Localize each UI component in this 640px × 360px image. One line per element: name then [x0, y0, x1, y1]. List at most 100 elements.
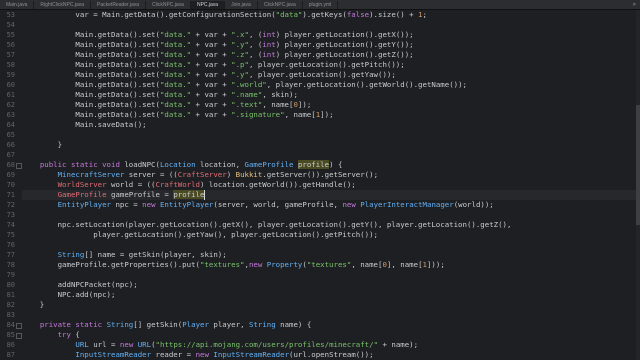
code-token: Main — [102, 10, 120, 19]
text-caret — [204, 190, 206, 200]
tab-clicknpc-java[interactable]: ClickNPC.java — [146, 1, 191, 9]
code-token: Main — [22, 110, 94, 119]
line-number: 83 — [6, 311, 15, 319]
code-line[interactable]: Main.getData().set("data." + var + ".wor… — [22, 80, 640, 90]
code-line[interactable]: GameProfile gameProfile = profile — [22, 190, 640, 200]
tab-npc-java[interactable]: NPC.java — [190, 1, 226, 9]
code-line[interactable]: Main.getData().set("data." + var + ".sig… — [22, 110, 640, 120]
code-line[interactable]: Main.getData().set("data." + var + ".z",… — [22, 50, 640, 60]
line-number: 68 — [6, 161, 15, 169]
code-line[interactable]: player.getLocation().getYaw(), player.ge… — [22, 230, 640, 240]
code-token: npc = — [111, 200, 143, 209]
tab-overflow-icon[interactable]: » — [628, 1, 640, 9]
code-token: .getData().set( — [93, 100, 160, 109]
code-token: String — [248, 320, 276, 329]
code-token: "data." — [159, 60, 192, 69]
code-line[interactable]: try { — [22, 330, 640, 340]
code-line[interactable]: InputStreamReader reader = new InputStre… — [22, 350, 640, 360]
code-token: ".name" — [231, 90, 263, 99]
code-token: try — [57, 330, 71, 339]
line-number: 59 — [6, 71, 15, 79]
code-line[interactable]: Main.getData().set("data." + var + ".y",… — [22, 70, 640, 80]
code-token: "data." — [159, 50, 192, 59]
code-token: , ( — [248, 30, 263, 39]
code-line[interactable]: Main.getData().set("data." + var + ".x",… — [22, 30, 640, 40]
tab-plugin-yml[interactable]: plugin.yml — [303, 1, 339, 9]
code-token: ".y" — [231, 70, 249, 79]
scrollbar-thumb[interactable] — [636, 105, 640, 225]
code-token: { — [70, 330, 80, 339]
tab-main-java[interactable]: Main.java — [0, 1, 35, 9]
code-token: ) — [226, 170, 236, 179]
code-token: + var + — [191, 50, 232, 59]
line-number: 63 — [6, 111, 15, 119]
line-number-gutter: 53 54 55 56 57 58 59 60 61 62 63 64 65 66 67 68 69 70 71 72… — [0, 10, 22, 360]
code-token: false — [346, 10, 370, 19]
code-token: [] getSkin( — [133, 320, 183, 329]
tab-rightclicknpc-java[interactable]: RightClickNPC.java — [34, 1, 92, 9]
code-line[interactable]: addNPCPacket(npc); — [22, 280, 640, 290]
line-number: 74 — [6, 221, 15, 229]
code-token: "data." — [159, 100, 192, 109]
code-token: .getData().set( — [93, 110, 160, 119]
code-line[interactable]: Main.saveData(); — [22, 120, 640, 130]
code-line[interactable]: gameProfile.getProperties().put("texture… — [22, 260, 640, 270]
code-token: new — [248, 260, 263, 269]
code-token: .getData().set( — [93, 70, 160, 79]
code-token: "data." — [159, 30, 192, 39]
code-token: location, — [195, 160, 245, 169]
code-token: , player.getLocation().getYaw()); — [248, 70, 396, 79]
code-area[interactable]: var = Main.getData().getConfigurationSec… — [22, 10, 640, 360]
code-line[interactable]: private static String[] getSkin(Player p… — [22, 320, 640, 330]
line-number: 80 — [6, 281, 15, 289]
code-line[interactable]: NPC.add(npc); — [22, 290, 640, 300]
code-line[interactable]: Main.getData().set("data." + var + ".tex… — [22, 100, 640, 110]
code-token: , name[ — [351, 260, 383, 269]
tab-join-java[interactable]: Join.java — [225, 1, 258, 9]
code-line[interactable]: var = Main.getData().getConfigurationSec… — [22, 10, 640, 20]
tab-clicknpc-java[interactable]: ClickNPC.java — [258, 1, 303, 9]
code-token: InputStreamReader — [75, 350, 152, 359]
code-token: GameProfile — [57, 190, 107, 199]
code-line[interactable]: Main.getData().set("data." + var + ".nam… — [22, 90, 640, 100]
code-token: CraftServer — [177, 170, 227, 179]
code-token: server = (( — [124, 170, 178, 179]
code-line[interactable]: String[] name = getSkin(player, skin); — [22, 250, 640, 260]
code-line[interactable]: URL url = new URL("https://api.mojang.co… — [22, 340, 640, 350]
code-line[interactable]: Main.getData().set("data." + var + ".p",… — [22, 60, 640, 70]
code-token: InputStreamReader — [213, 350, 290, 359]
line-number: 58 — [6, 61, 15, 69]
editor-tab-bar: Main.java RightClickNPC.java PacketReader.… — [0, 0, 640, 10]
code-token: .getData().set( — [93, 30, 160, 39]
line-number: 54 — [6, 21, 15, 29]
line-number: 66 — [6, 141, 15, 149]
code-token: player.getLocation().getYaw(), player.ge… — [22, 230, 378, 239]
tab-packetreader-java[interactable]: PacketReader.java — [91, 1, 147, 9]
code-token: + var + — [191, 60, 232, 69]
vertical-scrollbar[interactable] — [636, 10, 640, 360]
code-token: + var + — [191, 30, 232, 39]
code-token: var = — [22, 10, 103, 19]
code-token: PlayerInteractManager — [360, 200, 454, 209]
code-line[interactable]: } — [22, 140, 640, 150]
code-token: .getData().set( — [93, 40, 160, 49]
line-number: 87 — [6, 351, 15, 359]
code-line[interactable]: npc.setLocation(player.getLocation().get… — [22, 220, 640, 230]
code-line[interactable]: } — [22, 300, 640, 310]
code-token: + var + — [191, 90, 232, 99]
code-line[interactable]: WorldServer world = ((CraftWorld) locati… — [22, 180, 640, 190]
code-line[interactable]: public static void loadNPC(Location loca… — [22, 160, 640, 170]
code-editor[interactable]: 53 54 55 56 57 58 59 60 61 62 63 64 65 66 67 68 69 70 71 72… — [0, 10, 640, 360]
code-token: ) player.getLocation().getX()); — [275, 30, 414, 39]
code-token: , name[ — [284, 110, 316, 119]
code-token: String — [57, 250, 85, 259]
code-line[interactable]: Main.getData().set("data." + var + ".y",… — [22, 40, 640, 50]
code-line[interactable]: MinecraftServer server = ((CraftServer) … — [22, 170, 640, 180]
code-line[interactable]: EntityPlayer npc = new EntityPlayer(serv… — [22, 200, 640, 210]
code-token: url = — [88, 340, 120, 349]
code-token: ".z" — [231, 50, 249, 59]
